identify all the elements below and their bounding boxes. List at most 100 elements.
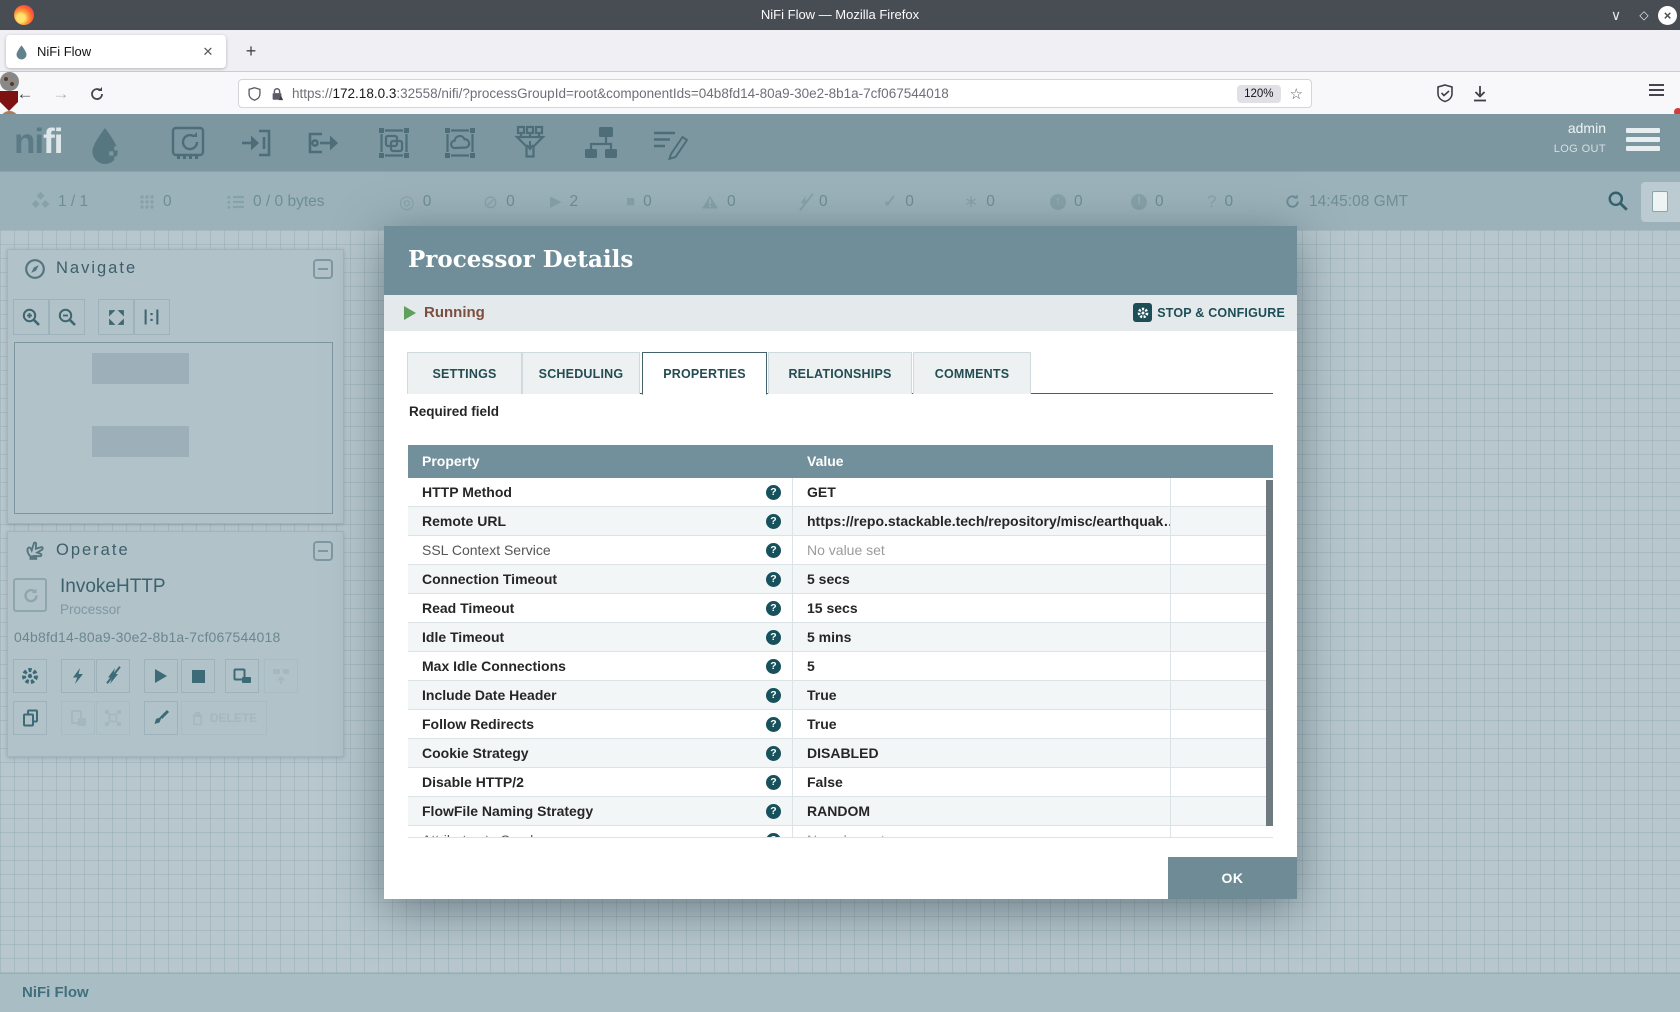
drag-template-icon[interactable] xyxy=(582,124,620,162)
start-button[interactable] xyxy=(144,659,178,693)
property-row[interactable]: Connection Timeout?5 secs xyxy=(408,565,1273,594)
delete-button[interactable]: DELETE xyxy=(181,701,267,735)
up-to-date-icon: ✓ xyxy=(883,193,897,210)
zoom-out-button[interactable] xyxy=(49,299,85,335)
breadcrumb[interactable]: NiFi Flow xyxy=(22,984,89,1001)
flow-status-panel-button[interactable] xyxy=(1641,182,1680,222)
new-tab-button[interactable]: + xyxy=(238,38,264,64)
stop-and-configure-button[interactable]: STOP & CONFIGURE xyxy=(1133,303,1285,322)
tab-settings[interactable]: SETTINGS xyxy=(407,352,522,394)
window-close-icon[interactable]: × xyxy=(1658,6,1677,25)
drag-input-port-icon[interactable] xyxy=(238,124,276,162)
collapse-icon[interactable] xyxy=(313,541,333,561)
help-icon[interactable]: ? xyxy=(766,630,781,645)
zoom-in-button[interactable] xyxy=(13,299,49,335)
property-value: No value set xyxy=(793,536,1171,564)
search-icon[interactable] xyxy=(1607,190,1629,212)
drag-process-group-icon[interactable] xyxy=(375,124,413,162)
global-menu-icon[interactable] xyxy=(1626,128,1660,155)
property-value: True xyxy=(793,681,1171,709)
copy-button[interactable] xyxy=(13,701,47,735)
help-icon[interactable]: ? xyxy=(766,485,781,500)
property-row[interactable]: Disable HTTP/2?False xyxy=(408,768,1273,797)
help-icon[interactable]: ? xyxy=(766,775,781,790)
tab-comments[interactable]: COMMENTS xyxy=(913,352,1031,394)
birdseye-minimap[interactable] xyxy=(14,342,333,514)
drag-remote-process-group-icon[interactable] xyxy=(441,124,479,162)
status-item-locally-modified: ∗0 xyxy=(964,172,995,231)
reload-button[interactable] xyxy=(84,81,110,107)
property-row[interactable]: Cookie Strategy?DISABLED xyxy=(408,739,1273,768)
property-row[interactable]: Follow Redirects?True xyxy=(408,710,1273,739)
property-row[interactable]: FlowFile Naming Strategy?RANDOM xyxy=(408,797,1273,826)
property-row[interactable]: HTTP Method?GET xyxy=(408,478,1273,507)
create-template-button[interactable] xyxy=(225,659,259,693)
help-icon[interactable]: ? xyxy=(766,746,781,761)
logout-link[interactable]: LOG OUT xyxy=(1554,143,1606,155)
tab-close-icon[interactable]: ✕ xyxy=(198,42,218,62)
drag-output-port-icon[interactable] xyxy=(305,124,343,162)
dialog-header: Processor Details xyxy=(384,226,1297,295)
help-icon[interactable]: ? xyxy=(766,572,781,587)
navigate-header[interactable]: Navigate xyxy=(8,250,343,286)
enable-button[interactable] xyxy=(61,659,95,693)
browser-menu-icon[interactable] xyxy=(1644,81,1668,105)
drag-processor-icon[interactable] xyxy=(169,124,207,162)
selected-component-id[interactable]: 04b8fd14-80a9-30e2-8b1a-7cf067544018 xyxy=(14,629,280,645)
status-item-transmitting: ◎0 xyxy=(399,172,431,231)
lock-warning-icon[interactable] xyxy=(270,86,284,102)
help-icon[interactable]: ? xyxy=(766,514,781,529)
window-maximize-icon[interactable]: ◇ xyxy=(1633,4,1655,26)
help-icon[interactable]: ? xyxy=(766,543,781,558)
url-bar[interactable]: https://172.18.0.3:32558/nifi/?processGr… xyxy=(238,79,1312,108)
property-row[interactable]: SSL Context Service?No value set xyxy=(408,536,1273,565)
property-value: GET xyxy=(793,478,1171,506)
tab-scheduling[interactable]: SCHEDULING xyxy=(522,352,640,394)
tab-relationships[interactable]: RELATIONSHIPS xyxy=(768,352,912,394)
property-name: HTTP Method? xyxy=(408,478,793,506)
help-icon[interactable]: ? xyxy=(766,659,781,674)
property-row[interactable]: Include Date Header?True xyxy=(408,681,1273,710)
browser-tab[interactable]: NiFi Flow ✕ xyxy=(6,35,226,68)
property-value: RANDOM xyxy=(793,797,1171,825)
configure-button[interactable] xyxy=(13,659,47,693)
ok-button[interactable]: OK xyxy=(1168,857,1297,899)
operate-title: Operate xyxy=(56,541,130,560)
forward-button[interactable]: → xyxy=(48,81,74,107)
paste-button[interactable] xyxy=(61,701,95,735)
stop-button[interactable] xyxy=(181,659,215,693)
tab-properties[interactable]: PROPERTIES xyxy=(642,352,767,395)
group-button[interactable] xyxy=(96,701,130,735)
downloads-icon[interactable] xyxy=(1468,82,1492,106)
help-icon[interactable]: ? xyxy=(766,688,781,703)
property-row[interactable]: Max Idle Connections?5 xyxy=(408,652,1273,681)
table-scrollbar[interactable] xyxy=(1266,480,1273,826)
operate-header[interactable]: Operate xyxy=(8,532,343,568)
drag-funnel-icon[interactable] xyxy=(511,124,549,162)
change-color-button[interactable] xyxy=(144,701,178,735)
disable-button[interactable] xyxy=(96,659,130,693)
collapse-icon[interactable] xyxy=(313,259,333,279)
refresh-icon[interactable] xyxy=(1284,193,1301,210)
operate-panel: Operate InvokeHTTP Processor 04b8fd14-80… xyxy=(7,531,344,757)
zoom-fit-button[interactable] xyxy=(98,299,134,335)
upload-template-button[interactable] xyxy=(264,659,298,693)
zoom-actual-size-button[interactable]: |:| xyxy=(134,299,170,335)
window-minimize-icon[interactable]: ∨ xyxy=(1605,4,1627,26)
property-row[interactable]: Idle Timeout?5 mins xyxy=(408,623,1273,652)
ublock-extension-icon[interactable] xyxy=(0,91,18,111)
property-row[interactable]: Read Timeout?15 secs xyxy=(408,594,1273,623)
compass-icon xyxy=(24,258,46,280)
help-icon[interactable]: ? xyxy=(766,833,781,838)
help-icon[interactable]: ? xyxy=(766,717,781,732)
property-row[interactable]: Attributes to Send?No value set xyxy=(408,826,1273,838)
property-row[interactable]: Remote URL?https://repo.stackable.tech/r… xyxy=(408,507,1273,536)
help-icon[interactable]: ? xyxy=(766,804,781,819)
queued-icon xyxy=(227,194,245,210)
bookmark-star-icon[interactable]: ☆ xyxy=(1290,85,1303,103)
zoom-level-badge[interactable]: 120% xyxy=(1237,85,1280,103)
pocket-shield-icon[interactable] xyxy=(1433,82,1457,106)
shield-permissions-icon[interactable] xyxy=(247,86,262,102)
help-icon[interactable]: ? xyxy=(766,601,781,616)
drag-label-icon[interactable] xyxy=(650,124,688,162)
